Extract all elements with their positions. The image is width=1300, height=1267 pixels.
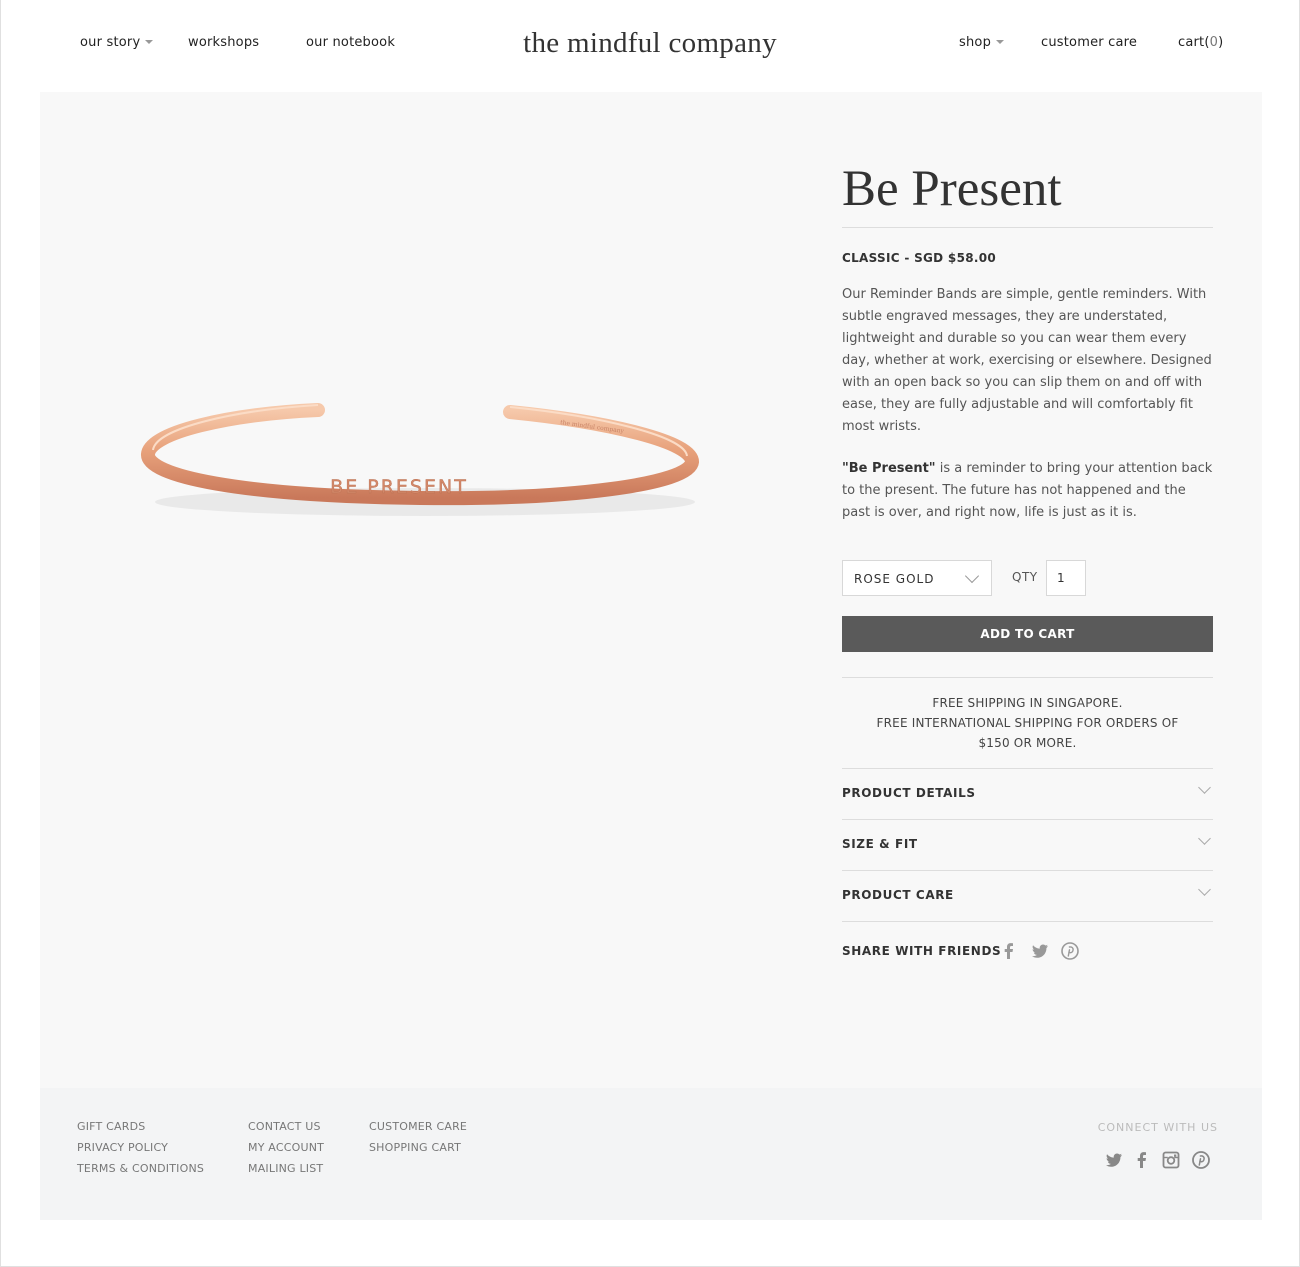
accordion-product-details[interactable]: PRODUCT DETAILS [842, 769, 1213, 820]
product-message-title: "Be Present" [842, 461, 936, 476]
nav-cart[interactable]: cart(0) [1178, 35, 1223, 50]
add-to-cart-button[interactable]: ADD TO CART [842, 616, 1213, 652]
pinterest-icon[interactable] [1192, 1151, 1210, 1169]
site-header: our story workshops our notebook the min… [0, 0, 1300, 92]
accordion-size-fit[interactable]: SIZE & FIT [842, 820, 1213, 871]
chevron-down-icon [1198, 781, 1211, 794]
shipping-line-1: FREE SHIPPING IN SINGAPORE. [932, 696, 1123, 710]
footer-link-mailing-list[interactable]: MAILING LIST [248, 1162, 323, 1175]
accordion-label: PRODUCT DETAILS [842, 786, 976, 800]
cart-count: 0 [1209, 35, 1219, 50]
footer-link-my-account[interactable]: MY ACCOUNT [248, 1141, 324, 1154]
product-description: Our Reminder Bands are simple, gentle re… [842, 287, 1212, 434]
variant-select-value: ROSE GOLD [854, 572, 935, 586]
share-label: SHARE WITH FRIENDS [842, 944, 1002, 958]
divider [842, 921, 1213, 922]
caret-down-icon [996, 40, 1005, 44]
qty-input[interactable] [1046, 560, 1086, 596]
bangle-engraving: BE PRESENT [330, 476, 468, 498]
accordion-label: SIZE & FIT [842, 837, 918, 851]
accordion-label: PRODUCT CARE [842, 888, 954, 902]
cart-label: cart( [1178, 35, 1210, 50]
facebook-icon[interactable] [1133, 1151, 1151, 1169]
divider [842, 227, 1213, 228]
footer-link-customer-care[interactable]: CUSTOMER CARE [369, 1120, 467, 1133]
chevron-down-icon [1198, 883, 1211, 896]
product-image-bangle: BE PRESENT the mindful company [141, 403, 699, 516]
product-message: "Be Present" is a reminder to bring your… [842, 458, 1213, 524]
nav-customer-care[interactable]: customer care [1041, 35, 1137, 50]
chevron-down-icon [1198, 832, 1211, 845]
shipping-line-2: FREE INTERNATIONAL SHIPPING FOR ORDERS O… [876, 716, 1179, 750]
chevron-down-icon [964, 568, 980, 584]
shipping-info: FREE SHIPPING IN SINGAPORE. FREE INTERNA… [842, 693, 1213, 753]
nav-shop[interactable]: shop [959, 35, 1005, 50]
accordion-product-care[interactable]: PRODUCT CARE [842, 871, 1213, 922]
nav-shop-label: shop [959, 35, 992, 50]
pinterest-icon[interactable] [1061, 942, 1079, 960]
twitter-icon[interactable] [1105, 1151, 1123, 1169]
site-footer: GIFT CARDS PRIVACY POLICY TERMS & CONDIT… [40, 1088, 1262, 1220]
instagram-icon[interactable] [1162, 1151, 1180, 1169]
footer-link-gift-cards[interactable]: GIFT CARDS [77, 1120, 145, 1133]
footer-link-shopping-cart[interactable]: SHOPPING CART [369, 1141, 461, 1154]
product-section: BE PRESENT the mindful company Be Presen… [40, 92, 1262, 1088]
qty-label: QTY [1012, 570, 1038, 584]
variant-select[interactable]: ROSE GOLD [842, 560, 992, 596]
facebook-icon[interactable] [1000, 942, 1018, 960]
footer-link-privacy-policy[interactable]: PRIVACY POLICY [77, 1141, 168, 1154]
product-price: CLASSIC - SGD $58.00 [842, 251, 997, 265]
divider [842, 677, 1213, 678]
footer-link-terms[interactable]: TERMS & CONDITIONS [77, 1162, 204, 1175]
cart-label-close: ) [1218, 35, 1224, 50]
product-title: Be Present [842, 161, 1062, 217]
connect-label: CONNECT WITH US [1097, 1121, 1218, 1134]
footer-link-contact-us[interactable]: CONTACT US [248, 1120, 321, 1133]
twitter-icon[interactable] [1031, 942, 1049, 960]
